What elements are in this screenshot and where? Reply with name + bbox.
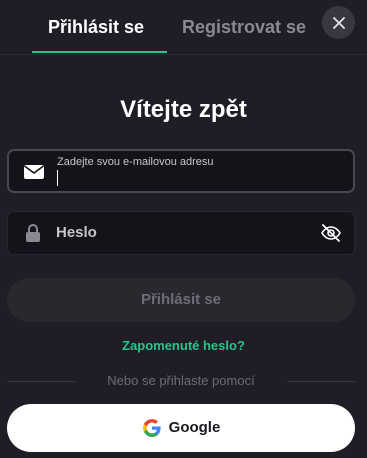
- close-button[interactable]: [322, 6, 355, 39]
- tab-register[interactable]: Registrovat se: [182, 14, 306, 40]
- auth-tabs: Přihlásit se Registrovat se: [0, 0, 367, 55]
- login-button[interactable]: Přihlásit se: [7, 278, 355, 322]
- close-icon: [332, 16, 345, 29]
- tab-login[interactable]: Přihlásit se: [48, 14, 144, 40]
- password-field[interactable]: Heslo: [7, 211, 355, 255]
- login-modal: Přihlásit se Registrovat se Vítejte zpět…: [0, 0, 367, 458]
- page-title: Vítejte zpět: [120, 96, 247, 123]
- social-divider: Nebo se přihlaste pomocí: [7, 372, 355, 390]
- lock-icon: [26, 224, 40, 242]
- google-button-label: Google: [168, 419, 221, 436]
- divider-line-right: [287, 381, 355, 382]
- eye-off-icon[interactable]: [320, 222, 342, 244]
- envelope-icon: [24, 165, 44, 179]
- email-placeholder: Zadejte svou e-mailovou adresu: [57, 156, 214, 168]
- text-caret: [57, 170, 58, 186]
- google-login-button[interactable]: Google: [7, 404, 355, 452]
- active-tab-indicator: [32, 51, 167, 53]
- google-icon: [142, 419, 161, 437]
- forgot-password-link[interactable]: Zapomenuté heslo?: [0, 337, 367, 355]
- password-placeholder: Heslo: [56, 224, 97, 241]
- email-field[interactable]: Zadejte svou e-mailovou adresu: [7, 149, 355, 193]
